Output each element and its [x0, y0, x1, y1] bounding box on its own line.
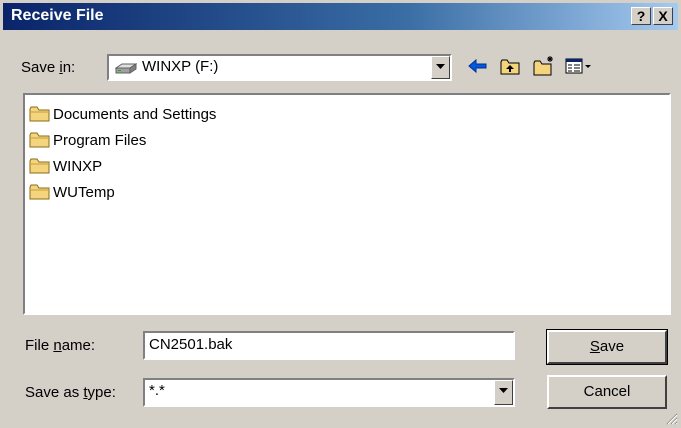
file-name-input[interactable]: CN2501.bak [143, 331, 515, 360]
folder-icon [29, 158, 50, 174]
file-name: Program Files [53, 131, 147, 149]
save-button-accesskey: S [589, 338, 600, 355]
save-in-dropdown[interactable]: WINXP (F:) [107, 54, 452, 81]
close-button[interactable]: X [653, 7, 673, 25]
file-name-label-part: File [25, 337, 54, 354]
file-name: Documents and Settings [53, 105, 217, 123]
save-in-label: Save in: [21, 59, 75, 76]
save-in-label-part: n: [62, 59, 76, 76]
list-item[interactable]: WUTemp [29, 181, 115, 203]
file-list[interactable]: Documents and Settings Program Files WIN… [23, 93, 671, 315]
save-button-label: ave [599, 338, 625, 355]
file-name: WINXP [53, 157, 103, 175]
save-in-value: WINXP (F:) [142, 58, 219, 75]
cancel-button[interactable]: Cancel [547, 375, 667, 409]
up-folder-icon[interactable] [498, 54, 522, 78]
file-name-label-accesskey: n [53, 337, 62, 354]
file-name-label-part: ame: [61, 337, 96, 354]
receive-file-dialog: Receive File ? X Save in: WINXP (F:) Doc… [0, 0, 681, 428]
list-item[interactable]: Program Files [29, 129, 146, 151]
save-as-type-dropdown-arrow[interactable] [494, 380, 513, 405]
save-in-label-part: Save [21, 59, 60, 76]
title-bar[interactable]: Receive File ? X [3, 3, 678, 30]
chevron-down-icon [499, 388, 508, 393]
view-menu-icon[interactable] [564, 54, 594, 78]
window-title: Receive File [11, 7, 104, 24]
save-as-type-dropdown[interactable]: *.* [143, 378, 515, 407]
save-as-type-label-part: Save as [25, 384, 84, 401]
save-button[interactable]: Save [546, 329, 668, 365]
save-as-type-label-part: ype: [87, 384, 116, 401]
help-button[interactable]: ? [631, 7, 651, 25]
file-name: WUTemp [53, 183, 115, 201]
save-in-dropdown-arrow[interactable] [431, 56, 450, 79]
file-name-label: File name: [25, 337, 95, 354]
list-item[interactable]: WINXP [29, 155, 102, 177]
save-as-type-value: *.* [149, 382, 165, 399]
resize-grip-icon[interactable] [664, 411, 678, 428]
folder-icon [29, 106, 50, 122]
drive-icon [114, 61, 138, 79]
save-as-type-label: Save as type: [25, 384, 116, 401]
chevron-down-icon [436, 64, 445, 69]
new-folder-icon[interactable] [532, 54, 556, 78]
folder-icon [29, 184, 50, 200]
back-arrow-icon[interactable] [466, 54, 490, 78]
list-item[interactable]: Documents and Settings [29, 103, 216, 125]
folder-icon [29, 132, 50, 148]
